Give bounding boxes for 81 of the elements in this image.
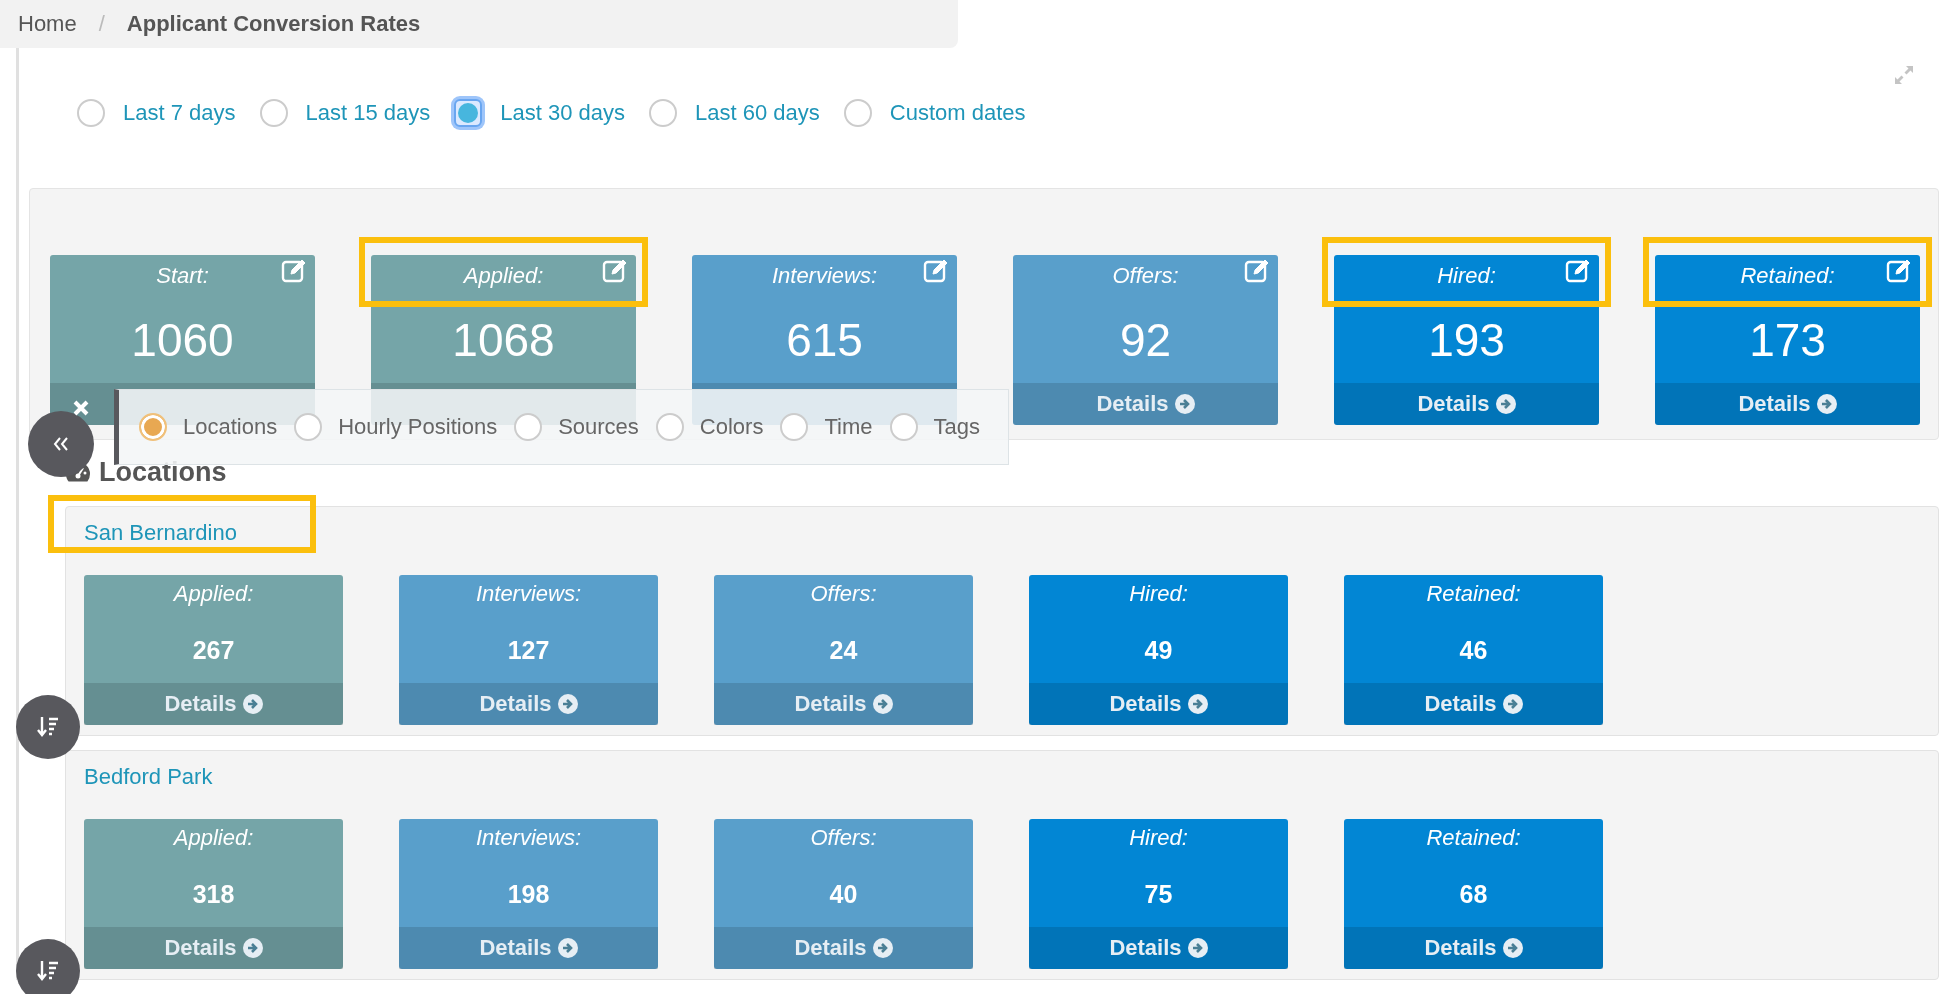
stat-value: 173 bbox=[1749, 313, 1826, 368]
breadcrumb-link[interactable]: Home bbox=[18, 11, 77, 37]
arrow-circle-icon bbox=[872, 694, 893, 714]
group-by-radio[interactable]: Colors bbox=[655, 413, 764, 441]
arrow-circle-icon bbox=[1502, 694, 1523, 714]
stat-label: Offers: bbox=[1112, 263, 1179, 289]
stat-label: Applied: bbox=[173, 580, 254, 608]
stat-label: Offers: bbox=[810, 824, 877, 852]
stat-value: 193 bbox=[1428, 313, 1505, 368]
stat-label: Retained: bbox=[1426, 824, 1521, 852]
group-by-radio[interactable]: Locations bbox=[139, 413, 278, 441]
sort-icon bbox=[36, 959, 60, 983]
arrow-circle-icon bbox=[1187, 694, 1208, 714]
details-link[interactable]: Details bbox=[399, 683, 658, 725]
details-link[interactable]: Details bbox=[84, 927, 343, 969]
sort-button[interactable] bbox=[16, 939, 80, 994]
stat-label: Retained: bbox=[1426, 580, 1521, 608]
date-range-radio[interactable]: Custom dates bbox=[843, 99, 1026, 127]
details-link[interactable]: Details bbox=[714, 683, 973, 725]
details-link[interactable]: Details bbox=[1029, 683, 1288, 725]
arrow-circle-icon bbox=[1502, 938, 1523, 958]
collapse-button[interactable] bbox=[28, 411, 94, 477]
details-link[interactable]: Details bbox=[1344, 683, 1603, 725]
stat-label: Interviews: bbox=[475, 580, 582, 608]
arrow-circle-icon bbox=[242, 938, 263, 958]
date-range-radio[interactable]: Last 30 days bbox=[454, 99, 625, 127]
date-range-radio[interactable]: Last 7 days bbox=[77, 99, 236, 127]
stat-value: 267 bbox=[192, 634, 235, 666]
group-by-radio[interactable]: Tags bbox=[889, 413, 980, 441]
details-link[interactable]: Details bbox=[1013, 383, 1278, 425]
stat-value: 46 bbox=[1459, 634, 1488, 666]
stat-label: Applied: bbox=[463, 263, 544, 289]
page-title: Applicant Conversion Rates bbox=[126, 11, 421, 37]
arrow-circle-icon bbox=[1816, 394, 1837, 414]
group-by-radio[interactable]: Sources bbox=[514, 413, 639, 441]
stat-label: Hired: bbox=[1129, 580, 1188, 608]
stat-label: Interviews: bbox=[475, 824, 582, 852]
location-link[interactable]: Bedford Park bbox=[84, 764, 213, 790]
stat-value: 49 bbox=[1144, 634, 1173, 666]
arrow-circle-icon bbox=[1495, 394, 1516, 414]
stat-label: Hired: bbox=[1437, 263, 1496, 289]
date-range-radio[interactable]: Last 60 days bbox=[649, 99, 820, 127]
details-link[interactable]: Details bbox=[84, 683, 343, 725]
double-chevron-icon bbox=[53, 437, 69, 451]
stat-label: Interviews: bbox=[771, 263, 878, 289]
details-link[interactable]: Details bbox=[1029, 927, 1288, 969]
arrow-circle-icon bbox=[557, 694, 578, 714]
stat-label: Retained: bbox=[1740, 263, 1835, 289]
stat-value: 40 bbox=[829, 878, 858, 910]
sort-icon bbox=[36, 715, 60, 739]
date-range-radio[interactable]: Last 15 days bbox=[259, 99, 431, 127]
group-by-radio[interactable]: Hourly Positions bbox=[294, 413, 498, 441]
location-link[interactable]: San Bernardino bbox=[84, 520, 237, 546]
stat-value: 75 bbox=[1144, 878, 1173, 910]
stat-label: Hired: bbox=[1129, 824, 1188, 852]
breadcrumb-separator: / bbox=[98, 11, 105, 37]
arrow-circle-icon bbox=[1187, 938, 1208, 958]
stat-value: 1060 bbox=[131, 313, 234, 368]
close-icon[interactable] bbox=[72, 399, 90, 417]
stat-label: Applied: bbox=[173, 824, 254, 852]
details-link[interactable]: Details bbox=[1655, 383, 1920, 425]
stat-value: 24 bbox=[829, 634, 858, 666]
stat-value: 1068 bbox=[452, 313, 555, 368]
details-link[interactable]: Details bbox=[399, 927, 658, 969]
stat-value: 68 bbox=[1459, 878, 1488, 910]
group-by-radio[interactable]: Time bbox=[780, 413, 873, 441]
section-title: Locations bbox=[99, 456, 227, 488]
stat-value: 198 bbox=[507, 878, 550, 910]
details-link[interactable]: Details bbox=[714, 927, 973, 969]
stat-value: 318 bbox=[192, 878, 235, 910]
stat-label: Offers: bbox=[810, 580, 877, 608]
stat-value: 127 bbox=[507, 634, 550, 666]
arrow-circle-icon bbox=[557, 938, 578, 958]
details-link[interactable]: Details bbox=[1334, 383, 1599, 425]
stat-label: Start: bbox=[156, 263, 209, 289]
stat-value: 92 bbox=[1119, 313, 1172, 368]
arrow-circle-icon bbox=[242, 694, 263, 714]
stat-value: 615 bbox=[786, 313, 863, 368]
arrow-circle-icon bbox=[1174, 394, 1195, 414]
details-link[interactable]: Details bbox=[1344, 927, 1603, 969]
arrow-circle-icon bbox=[872, 938, 893, 958]
